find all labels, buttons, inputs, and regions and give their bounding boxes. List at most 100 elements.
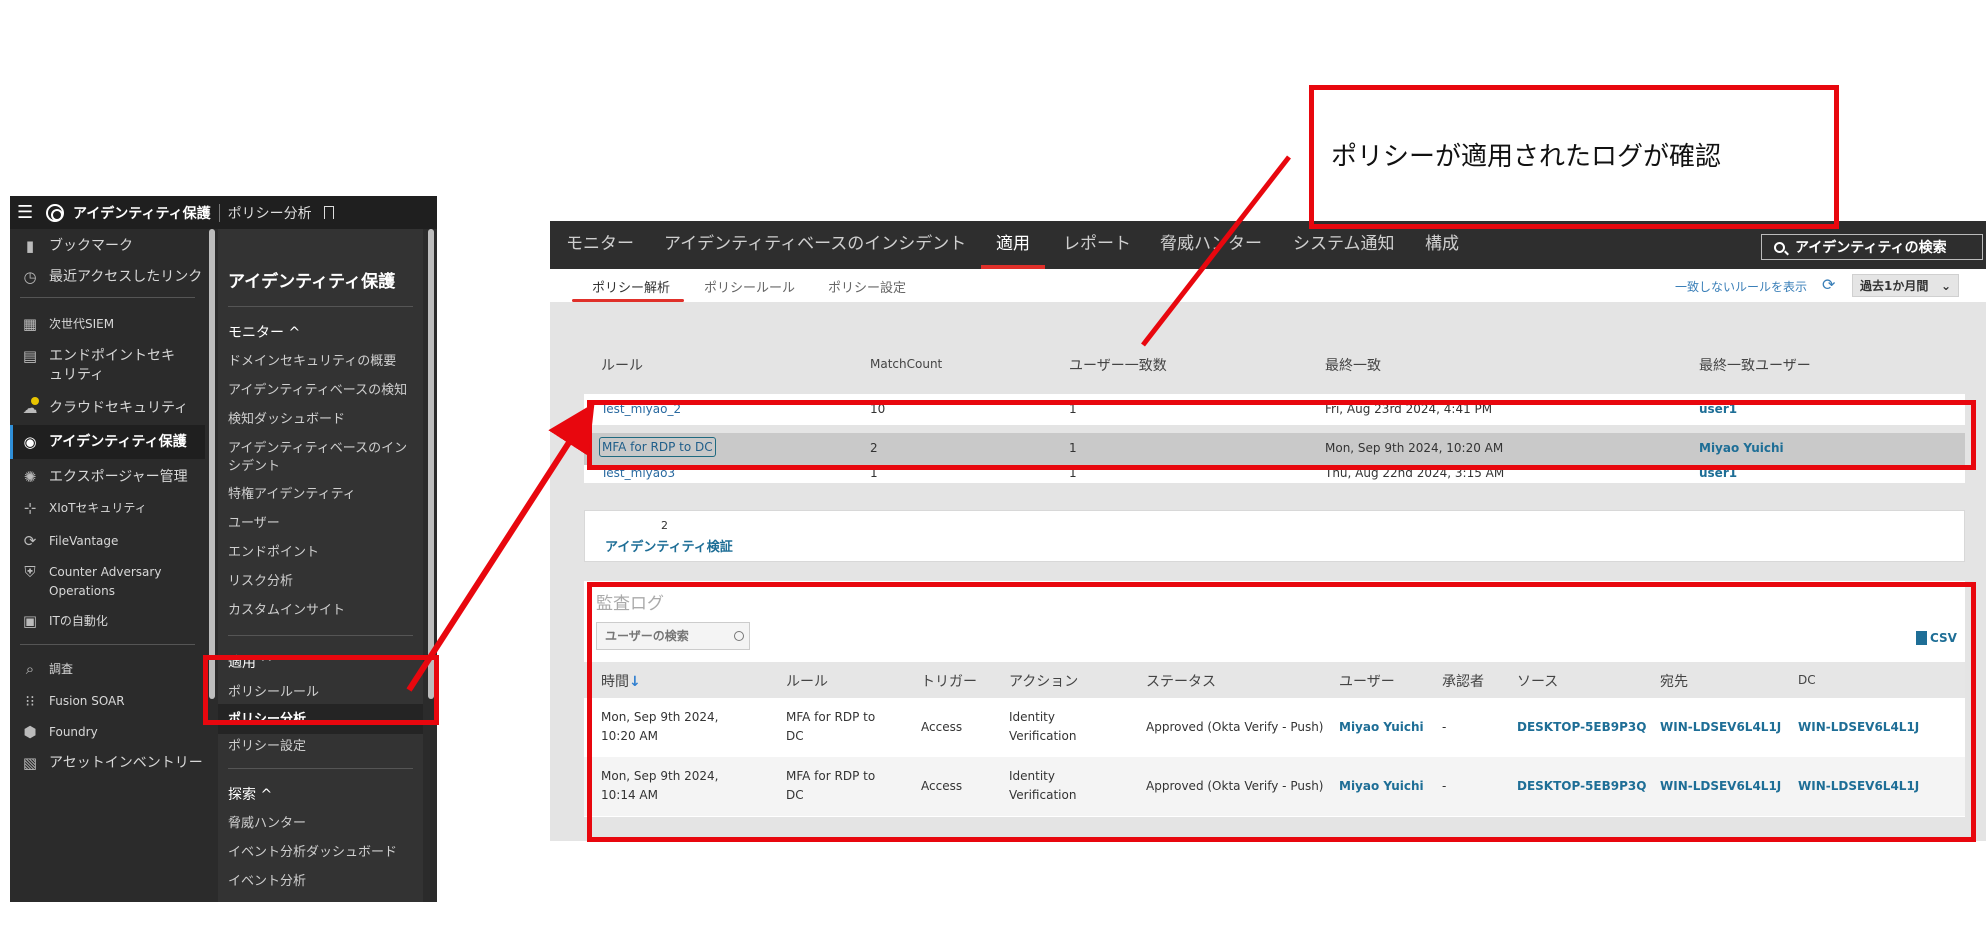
subnav-divider: [228, 306, 413, 307]
app-title: アイデンティティ保護: [73, 205, 211, 222]
search-icon: [1774, 241, 1785, 253]
nav-label: 最近アクセスしたリンク: [49, 269, 203, 285]
subtab-policy-analysis[interactable]: ポリシー解析: [592, 277, 670, 296]
nav-item-investigate[interactable]: ⌕ 調査: [10, 660, 205, 679]
main-nav: ▮ ブックマーク ◷ 最近アクセスしたリンク ▦ 次世代SIEM ▤ エンドポイ…: [10, 229, 205, 902]
nav-item-fusion-soar[interactable]: ⁝⁝ Fusion SOAR: [10, 692, 205, 711]
left-navigation-panel: ☰ アイデンティティ保護 ポリシー分析 ▮ ブックマーク ◷ 最近アクセスしたリ…: [10, 196, 437, 902]
inventory-icon: ▧: [22, 753, 38, 772]
nav-item-recent-links[interactable]: ◷ 最近アクセスしたリンク: [10, 268, 205, 287]
tab-apply[interactable]: 適用: [996, 233, 1030, 255]
subnav-item[interactable]: アイデンティティベースの検知: [228, 382, 418, 400]
column-header-matchcount[interactable]: MatchCount: [870, 357, 942, 371]
sun-icon: ✺: [23, 467, 37, 486]
subtab-policy-settings[interactable]: ポリシー設定: [828, 277, 906, 296]
nav-label: Fusion SOAR: [49, 694, 125, 708]
tab-system-notifications[interactable]: システム通知: [1293, 233, 1395, 255]
column-header-last-match[interactable]: 最終一致: [1325, 355, 1381, 375]
subnav-item[interactable]: イベント分析: [228, 873, 418, 891]
subnav-item[interactable]: カスタムインサイト: [228, 602, 418, 620]
subnav-item[interactable]: リスク分析: [228, 573, 418, 591]
nav-item-endpoint-security[interactable]: ▤ エンドポイントセキュリティ: [10, 347, 205, 385]
tab-identity-incidents[interactable]: アイデンティティベースのインシデント: [664, 233, 966, 255]
subtab-policy-rules[interactable]: ポリシールール: [704, 277, 795, 296]
nav-label: ブックマーク: [49, 238, 133, 254]
nav-item-foundry[interactable]: ⬢ Foundry: [10, 723, 205, 742]
highlight-policy-analysis-menu: [203, 655, 439, 725]
subnav-item[interactable]: アイデンティティベースのインシデント: [228, 440, 413, 476]
fingerprint-icon: ◉: [23, 432, 37, 451]
nav-item-exposure-management[interactable]: ✺ エクスポージャー管理: [10, 468, 205, 487]
subnav-item[interactable]: 脅威ハンター: [228, 815, 418, 833]
siem-icon: ▦: [22, 314, 38, 333]
tab-monitor[interactable]: モニター: [566, 233, 634, 255]
subnav-item[interactable]: ユーザー: [228, 515, 418, 533]
nav-divider: [20, 644, 195, 645]
tab-threat-hunter[interactable]: 脅威ハンター: [1160, 233, 1262, 255]
nav-label: XIoTセキュリティ: [49, 501, 147, 515]
time-range-select[interactable]: 過去1か月間 ⌄: [1852, 274, 1959, 297]
network-icon: ⊹: [23, 498, 37, 517]
identity-verification-label[interactable]: アイデンティティ検証: [605, 536, 733, 555]
identity-search-box[interactable]: アイデンティティの検索: [1761, 234, 1983, 260]
identity-protection-subnav: アイデンティティ保護 モニター ^ ドメインセキュリティの概要 アイデンティティ…: [218, 229, 423, 902]
callout-text: ポリシーが適用されたログが確認: [1331, 142, 1722, 172]
nav-item-counter-adversary[interactable]: ⛨ Counter Adversary Operations: [10, 563, 205, 601]
nav-item-cloud-security[interactable]: ☁ クラウドセキュリティ: [10, 397, 205, 418]
tab-reports[interactable]: レポート: [1063, 233, 1131, 255]
nav-label: アセットインベントリー: [49, 755, 203, 771]
subnav-item[interactable]: イベント分析ダッシュボード: [228, 844, 418, 862]
subnav-divider: [228, 768, 413, 769]
subnav-monitor-header[interactable]: モニター ^: [228, 324, 418, 342]
cloud-icon: ☁: [22, 397, 39, 417]
bookmark-icon[interactable]: [323, 206, 334, 219]
column-header-user-matches[interactable]: ユーザー一致数: [1069, 355, 1167, 375]
endpoint-icon: ▤: [22, 346, 38, 365]
terminal-icon: ▣: [22, 611, 38, 630]
tab-configuration[interactable]: 構成: [1425, 233, 1459, 255]
nav-label: FileVantage: [49, 534, 119, 548]
nav-label: クラウドセキュリティ: [49, 400, 189, 416]
grid-icon: ⁝⁝: [25, 691, 35, 710]
subnav-divider: [228, 635, 413, 636]
search-icon: ⌕: [25, 659, 35, 678]
subnav-item[interactable]: 検知ダッシュボード: [228, 411, 418, 429]
subnav-scrollbar[interactable]: [428, 229, 434, 699]
foundry-icon: ⬢: [23, 722, 37, 741]
left-topbar: ☰ アイデンティティ保護 ポリシー分析: [10, 196, 437, 229]
nav-item-xiot-security[interactable]: ⊹ XIoTセキュリティ: [10, 499, 205, 518]
nav-item-filevantage[interactable]: ⟳ FileVantage: [10, 532, 205, 551]
shield-icon: ⛨: [24, 562, 36, 581]
identity-logo-icon: [46, 203, 64, 222]
show-unmatched-rules-link[interactable]: 一致しないルールを表示: [1675, 278, 1807, 295]
topbar-separator: [218, 203, 220, 222]
nav-item-it-automation[interactable]: ▣ ITの自動化: [10, 612, 205, 631]
subtab-active-indicator: [572, 299, 684, 302]
nav-label: 調査: [49, 662, 74, 676]
nav-item-bookmark[interactable]: ▮ ブックマーク: [10, 237, 205, 256]
time-range-value: 過去1か月間: [1860, 279, 1929, 293]
subnav-policy-settings[interactable]: ポリシー設定: [228, 738, 418, 756]
identity-verification-card[interactable]: 2 アイデンティティ検証: [584, 510, 1965, 562]
refresh-icon: ⟳: [23, 531, 37, 550]
identity-verification-count: 2: [661, 519, 668, 532]
column-header-rule: ルール: [601, 358, 643, 374]
nav-item-asset-inventory[interactable]: ▧ アセットインベントリー: [10, 754, 205, 773]
identity-search-label: アイデンティティの検索: [1795, 240, 1947, 256]
nav-scrollbar[interactable]: [209, 229, 215, 699]
bookmark-icon: ▮: [25, 236, 35, 255]
clock-icon: ◷: [23, 267, 37, 286]
nav-item-identity-protection[interactable]: ◉ アイデンティティ保護: [10, 425, 205, 459]
nav-label: Counter Adversary Operations: [49, 565, 162, 598]
nav-label: アイデンティティ保護: [49, 433, 187, 450]
nav-item-siem[interactable]: ▦ 次世代SIEM: [10, 315, 205, 334]
nav-label: エクスポージャー管理: [49, 469, 188, 485]
subnav-item[interactable]: 特権アイデンティティ: [228, 486, 418, 504]
subnav-explore-header[interactable]: 探索 ^: [228, 786, 418, 804]
subnav-item[interactable]: エンドポイント: [228, 544, 418, 562]
nav-divider: [20, 297, 195, 298]
column-header-last-match-user[interactable]: 最終一致ユーザー: [1699, 355, 1811, 375]
refresh-icon[interactable]: ⟳: [1822, 275, 1835, 294]
hamburger-menu-icon[interactable]: ☰: [17, 203, 34, 222]
subnav-item[interactable]: ドメインセキュリティの概要: [228, 353, 418, 371]
